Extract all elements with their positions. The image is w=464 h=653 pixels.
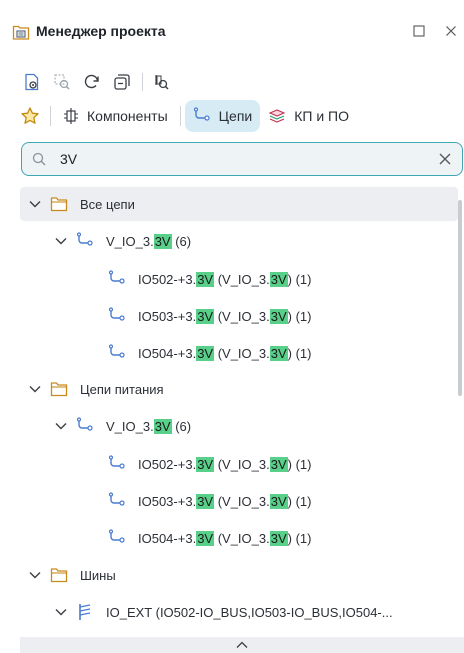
folder-icon xyxy=(50,195,68,213)
toolbar-separator xyxy=(142,73,143,91)
chevron-down-icon[interactable] xyxy=(54,234,68,248)
tree-folder-all-nets[interactable]: Все цепи xyxy=(20,187,458,221)
component-icon xyxy=(63,107,79,125)
net-icon xyxy=(108,492,126,510)
net-icon xyxy=(108,270,126,288)
vertical-scrollbar[interactable] xyxy=(458,200,462,396)
tab-favorites[interactable] xyxy=(14,100,46,132)
bus-item-label: IO_EXT (IO502-IO_BUS,IO503-IO_BUS,IO504-… xyxy=(106,604,393,620)
document-view-icon[interactable] xyxy=(20,70,44,94)
net-icon xyxy=(193,107,211,125)
tree-net-item[interactable]: IO502-+3.3V (V_IO_3.3V) (1) xyxy=(20,262,458,296)
toolbar xyxy=(20,70,179,94)
scroll-up-button[interactable] xyxy=(20,637,464,653)
title-bar: Менеджер проекта xyxy=(0,0,464,64)
chevron-down-icon[interactable] xyxy=(28,382,42,396)
panel-title: Менеджер проекта xyxy=(36,23,166,39)
star-icon xyxy=(21,107,39,124)
net-group-label: V_IO_3.3V (6) xyxy=(106,418,192,434)
folder-icon xyxy=(50,566,68,584)
net-group-label: V_IO_3.3V (6) xyxy=(106,233,192,249)
tree-net-item[interactable]: IO503-+3.3V (V_IO_3.3V) (1) xyxy=(20,299,458,333)
tree-net-group[interactable]: V_IO_3.3V (6) xyxy=(20,409,458,443)
tab-bar: Компоненты Цепи КП и ПО xyxy=(14,99,357,133)
net-icon xyxy=(108,344,126,362)
net-item-label: IO502-+3.3V (V_IO_3.3V) (1) xyxy=(138,271,312,287)
tab-nets[interactable]: Цепи xyxy=(184,100,261,132)
search-icon xyxy=(32,152,46,166)
tab-nets-label: Цепи xyxy=(218,108,253,124)
tree-folder-label: Шины xyxy=(80,567,116,583)
net-item-label: IO504-+3.3V (V_IO_3.3V) (1) xyxy=(138,345,312,361)
zoom-fit-icon[interactable] xyxy=(50,70,74,94)
tab-separator xyxy=(50,106,51,126)
net-item-label: IO502-+3.3V (V_IO_3.3V) (1) xyxy=(138,456,312,472)
net-icon xyxy=(108,455,126,473)
tree-folder-label: Все цепи xyxy=(80,196,135,212)
maximize-icon[interactable] xyxy=(408,20,430,42)
tree-bus-item[interactable]: IO_EXT (IO502-IO_BUS,IO503-IO_BUS,IO504-… xyxy=(20,595,458,629)
chevron-down-icon[interactable] xyxy=(28,197,42,211)
tab-pads-vias[interactable]: КП и ПО xyxy=(260,100,357,132)
tree-net-item[interactable]: IO502-+3.3V (V_IO_3.3V) (1) xyxy=(20,447,458,481)
find-component-icon[interactable] xyxy=(149,70,173,94)
tree-net-item[interactable]: IO504-+3.3V (V_IO_3.3V) (1) xyxy=(20,521,458,555)
tree-folder-power-nets[interactable]: Цепи питания xyxy=(20,372,458,406)
chevron-down-icon[interactable] xyxy=(54,419,68,433)
chevron-down-icon[interactable] xyxy=(28,568,42,582)
net-item-label: IO503-+3.3V (V_IO_3.3V) (1) xyxy=(138,308,312,324)
close-icon[interactable] xyxy=(440,20,462,42)
layers-icon xyxy=(268,107,286,125)
tree-net-item[interactable]: IO503-+3.3V (V_IO_3.3V) (1) xyxy=(20,484,458,518)
bus-icon xyxy=(76,603,94,621)
nets-tree: Все цепи V_IO_3.3V (6) IO502-+3.3V (V_IO… xyxy=(20,187,464,637)
tab-pads-vias-label: КП и ПО xyxy=(294,108,349,124)
net-icon xyxy=(76,232,94,250)
search-input[interactable] xyxy=(60,151,410,167)
folder-icon xyxy=(50,380,68,398)
tree-folder-buses[interactable]: Шины xyxy=(20,558,458,592)
chevron-down-icon[interactable] xyxy=(54,605,68,619)
net-icon xyxy=(76,417,94,435)
tab-components-label: Компоненты xyxy=(87,108,168,124)
net-icon xyxy=(108,529,126,547)
chevron-up-icon xyxy=(236,641,248,648)
net-item-label: IO504-+3.3V (V_IO_3.3V) (1) xyxy=(138,530,312,546)
tree-net-group[interactable]: V_IO_3.3V (6) xyxy=(20,224,458,258)
net-item-label: IO503-+3.3V (V_IO_3.3V) (1) xyxy=(138,493,312,509)
net-icon xyxy=(108,307,126,325)
clear-search-icon[interactable] xyxy=(438,150,452,168)
tab-separator xyxy=(179,106,181,126)
tree-net-item[interactable]: IO504-+3.3V (V_IO_3.3V) (1) xyxy=(20,336,458,370)
tree-folder-label: Цепи питания xyxy=(80,381,164,397)
project-manager-icon xyxy=(12,23,30,41)
collapse-all-icon[interactable] xyxy=(110,70,134,94)
tab-components[interactable]: Компоненты xyxy=(55,100,176,132)
search-box xyxy=(21,142,463,176)
refresh-icon[interactable] xyxy=(80,70,104,94)
